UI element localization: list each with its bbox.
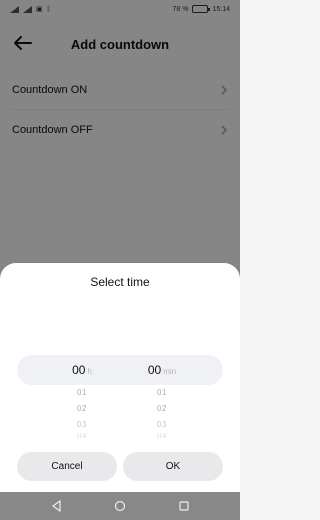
minute-option[interactable]: 03 (122, 417, 202, 433)
system-nav-bar (0, 492, 240, 520)
hour-option[interactable]: 01 (42, 385, 122, 401)
ok-button[interactable]: OK (123, 452, 223, 481)
nav-recents-button[interactable] (177, 499, 191, 513)
time-picker-sheet: Select time 00 h 01 02 03 04 00 min 01 02 … (0, 263, 240, 492)
minute-option[interactable]: 04 (122, 433, 202, 439)
sheet-title: Select time (90, 275, 150, 289)
cancel-button[interactable]: Cancel (17, 452, 117, 481)
minute-value: 00 (147, 363, 162, 377)
minute-selected: 00 min (122, 355, 202, 385)
minute-option[interactable]: 01 (122, 385, 202, 401)
minute-option[interactable]: 02 (122, 401, 202, 417)
nav-home-button[interactable] (113, 499, 127, 513)
hour-selected: 00 h (42, 355, 122, 385)
hour-option[interactable]: 02 (42, 401, 122, 417)
minute-wheel[interactable]: 00 min 01 02 03 04 (122, 355, 202, 439)
hour-option[interactable]: 04 (42, 433, 122, 439)
minute-unit: min (163, 367, 177, 376)
square-recents-icon (178, 501, 189, 511)
nav-back-button[interactable] (50, 499, 64, 513)
triangle-back-icon (51, 500, 61, 512)
circle-home-icon (114, 500, 126, 512)
hour-wheel[interactable]: 00 h 01 02 03 04 (42, 355, 122, 439)
hour-value: 00 (72, 363, 86, 377)
hour-option[interactable]: 03 (42, 417, 122, 433)
hour-unit: h (87, 367, 92, 376)
